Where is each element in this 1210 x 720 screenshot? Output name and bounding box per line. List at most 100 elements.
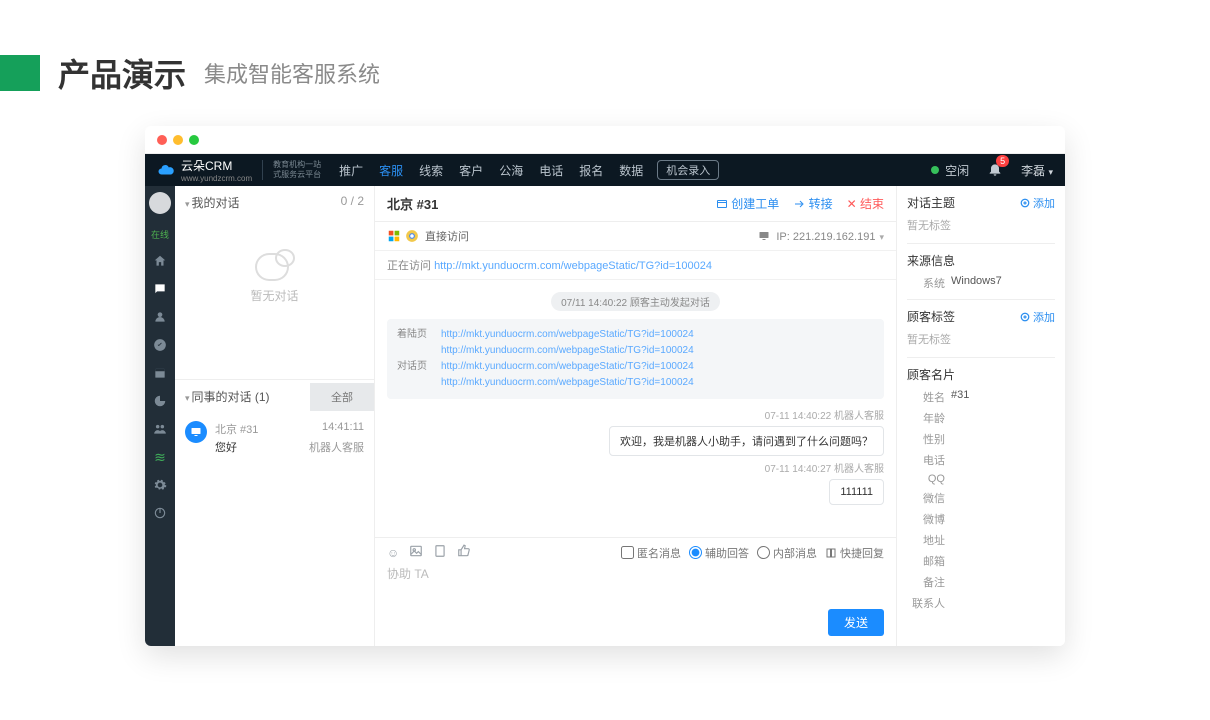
chat-icon[interactable] (152, 281, 168, 297)
my-conv-label[interactable]: ▾我的对话 (185, 194, 240, 211)
card-value[interactable]: #31 (951, 389, 969, 405)
msg-meta: 07-11 14:40:22 机器人客服 (387, 407, 884, 422)
tags-empty: 暂无标签 (907, 331, 1055, 347)
transfer-icon (793, 198, 805, 210)
landing-link[interactable]: http://mkt.yunduocrm.com/webpageStatic/T… (441, 343, 694, 359)
send-button[interactable]: 发送 (828, 609, 884, 636)
ip-info[interactable]: IP: 221.219.162.191▾ (758, 230, 884, 243)
topic-label: 对话主题 (907, 194, 955, 211)
page-title: 产品演示 (58, 50, 186, 96)
close-icon: ✕ (847, 197, 857, 211)
message-bubble: 111111 (829, 479, 884, 505)
calendar-icon[interactable] (152, 365, 168, 381)
nav-signup[interactable]: 报名 (579, 162, 603, 179)
topic-empty: 暂无标签 (907, 217, 1055, 233)
composer: ☺ 匿名消息 辅助回答 内部消息 快捷回复 发送 (375, 537, 896, 646)
check-icon[interactable] (152, 337, 168, 353)
monitor-small-icon (758, 230, 770, 242)
window-titlebar (145, 126, 1065, 154)
online-status: 在线 (151, 228, 169, 241)
msg-meta: 07-11 14:40:27 机器人客服 (387, 460, 884, 475)
status-idle[interactable]: 空闲 (931, 162, 969, 179)
nav-pool[interactable]: 公海 (499, 162, 523, 179)
thumbs-up-icon[interactable] (457, 544, 471, 561)
card-key: 微信 (907, 490, 945, 506)
link-info-box: 着陆页http://mkt.yunduocrm.com/webpageStati… (387, 319, 884, 399)
landing-link[interactable]: http://mkt.yunduocrm.com/webpageStatic/T… (441, 327, 694, 343)
chrome-icon (405, 229, 419, 243)
notification-badge: 5 (996, 155, 1009, 167)
power-icon[interactable] (152, 505, 168, 521)
home-icon[interactable] (152, 253, 168, 269)
quick-icon (825, 547, 837, 559)
message-input[interactable] (387, 567, 884, 581)
card-key: 姓名 (907, 389, 945, 405)
all-tab[interactable]: 全部 (310, 383, 374, 411)
my-conv-count: 0 / 2 (341, 194, 364, 211)
plus-circle-icon (1020, 312, 1030, 322)
assist-radio[interactable]: 辅助回答 (689, 545, 749, 561)
card-key: 邮箱 (907, 553, 945, 569)
nav-phone[interactable]: 电话 (539, 162, 563, 179)
card-label: 顾客名片 (907, 366, 955, 383)
user-icon[interactable] (152, 309, 168, 325)
team-icon[interactable] (152, 421, 168, 437)
minimize-dot[interactable] (173, 135, 183, 145)
system-chip: 07/11 14:40:22 顾客主动发起对话 (551, 292, 720, 311)
user-menu[interactable]: 李磊 ▾ (1021, 162, 1053, 179)
piechart-icon[interactable] (152, 393, 168, 409)
anon-checkbox[interactable]: 匿名消息 (621, 545, 681, 561)
transfer-button[interactable]: 转接 (793, 195, 832, 212)
dialog-link[interactable]: http://mkt.yunduocrm.com/webpageStatic/T… (441, 375, 694, 391)
brand-tagline: 教育机构一站式服务云平台 (262, 160, 321, 180)
nav-leads[interactable]: 线索 (419, 162, 443, 179)
card-key: 电话 (907, 452, 945, 468)
create-ticket-button[interactable]: 创建工单 (716, 195, 779, 212)
empty-bubble-icon (255, 249, 295, 281)
card-key: 性别 (907, 431, 945, 447)
quick-reply-button[interactable]: 快捷回复 (825, 545, 884, 561)
nav-items: 推广 客服 线索 客户 公海 电话 报名 数据 (339, 162, 643, 179)
end-button[interactable]: ✕ 结束 (847, 195, 884, 212)
peer-conv-label[interactable]: ▾同事的对话 (1) (175, 380, 310, 413)
empty-state: 暂无对话 (175, 219, 374, 379)
notifications-button[interactable]: 5 (987, 161, 1003, 180)
top-nav: 云朵CRM www.yundzcrm.com 教育机构一站式服务云平台 推广 客… (145, 154, 1065, 186)
card-key: 微博 (907, 511, 945, 527)
card-key: 联系人 (907, 595, 945, 611)
chat-title: 北京 #31 (387, 194, 438, 213)
status-dot-icon (931, 166, 939, 174)
dialog-link[interactable]: http://mkt.yunduocrm.com/webpageStatic/T… (441, 359, 694, 375)
close-dot[interactable] (157, 135, 167, 145)
nav-data[interactable]: 数据 (619, 162, 643, 179)
attachment-icon[interactable] (433, 544, 447, 561)
monitor-icon (185, 421, 207, 443)
tags-label: 顾客标签 (907, 308, 955, 325)
card-key: 地址 (907, 532, 945, 548)
brand-logo[interactable]: 云朵CRM www.yundzcrm.com 教育机构一站式服务云平台 (157, 157, 321, 183)
add-topic-button[interactable]: 添加 (1020, 195, 1055, 211)
add-tag-button[interactable]: 添加 (1020, 309, 1055, 325)
internal-radio[interactable]: 内部消息 (757, 545, 817, 561)
record-opportunity-button[interactable]: 机会录入 (657, 160, 719, 180)
wifi-icon[interactable]: ≋ (152, 449, 168, 465)
page-subtitle: 集成智能客服系统 (204, 57, 380, 89)
nav-customers[interactable]: 客户 (459, 162, 483, 179)
ticket-icon (716, 198, 728, 210)
cloud-icon (157, 161, 175, 179)
gear-icon[interactable] (152, 477, 168, 493)
card-key: 备注 (907, 574, 945, 590)
brand-url: www.yundzcrm.com (181, 174, 252, 183)
chat-column: 北京 #31 创建工单 转接 ✕ 结束 直接访问 IP: (375, 186, 897, 646)
plus-circle-icon (1020, 198, 1030, 208)
image-icon[interactable] (409, 544, 423, 561)
zoom-dot[interactable] (189, 135, 199, 145)
chat-scroll-area[interactable]: 07/11 14:40:22 顾客主动发起对话 着陆页http://mkt.yu… (375, 280, 896, 537)
nav-promo[interactable]: 推广 (339, 162, 363, 179)
conversation-item[interactable]: 北京 #3114:41:11 您好机器人客服 (175, 413, 374, 463)
avatar[interactable] (149, 192, 171, 214)
emoji-icon[interactable]: ☺ (387, 546, 399, 560)
page-header: 产品演示 集成智能客服系统 (0, 0, 1210, 126)
visiting-link[interactable]: http://mkt.yunduocrm.com/webpageStatic/T… (434, 260, 712, 272)
nav-service[interactable]: 客服 (379, 162, 403, 179)
